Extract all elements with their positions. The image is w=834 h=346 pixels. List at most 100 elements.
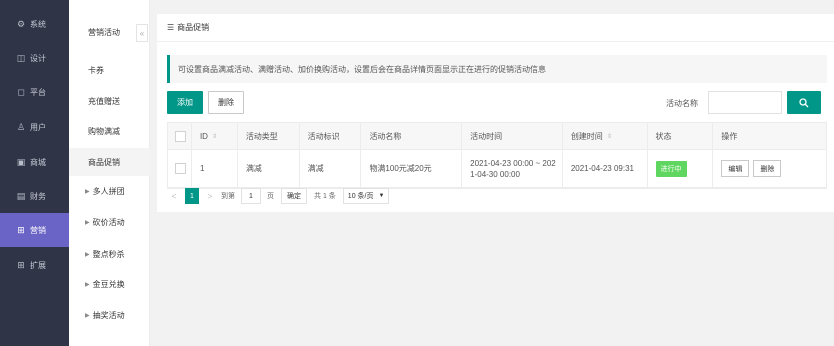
- header-id[interactable]: ID ⇕: [192, 123, 238, 149]
- nav-item-label: 设计: [30, 53, 46, 63]
- subnav-item-label: 购物满减: [88, 126, 120, 136]
- total-count: 共 1 条: [314, 193, 336, 200]
- current-page[interactable]: 1: [185, 188, 199, 204]
- subnav-item-product-promotion[interactable]: 商品促销: [69, 148, 150, 176]
- subnav-item-label: 多人拼团: [92, 186, 125, 196]
- header-label: ID: [199, 131, 208, 141]
- header-label: 活动类型: [245, 131, 278, 141]
- cell-time: 2021-04-23 00:00 ~ 202 1-04-30 00:00: [462, 150, 563, 187]
- nav-item-label: 营销: [30, 225, 46, 235]
- status-badge: 进行中: [655, 160, 687, 177]
- sub-sidebar: 营销活动 卡券 充值赠送 购物满减 商品促销 ▶ 多人拼团 ▶ 砍价活动 ▶ 整…: [69, 0, 150, 346]
- subnav-item-bean-exchange[interactable]: ▶ 金豆兑换: [69, 270, 150, 298]
- nav-item-finance[interactable]: ▤ 财务: [0, 179, 69, 213]
- list-icon: ☰: [167, 23, 175, 32]
- cell-status: 进行中: [648, 150, 714, 187]
- caret-right-icon: ▶: [85, 281, 90, 288]
- subnav-item-label: 金豆兑换: [92, 279, 125, 289]
- nav-item-label: 商城: [30, 157, 46, 167]
- main-card: ☰ 商品促销 可设置商品满减活动、满赠活动、加价换购活动，设置后会在商品详情页面…: [157, 14, 834, 212]
- cell-id: 1: [192, 150, 238, 187]
- notice-text: 可设置商品满减活动、满赠活动、加价换购活动，设置后会在商品详情页面显示正在进行的…: [178, 64, 546, 74]
- header-tag: 活动标识: [300, 123, 362, 149]
- header-name: 活动名称: [361, 123, 463, 149]
- header-label: 操作: [721, 131, 738, 141]
- select-all-checkbox[interactable]: [175, 130, 186, 142]
- double-chevron-left-icon: «: [139, 28, 145, 38]
- main-sidebar: ⚙ 系统 ◫ 设计 ◻ 平台 ♙ 用户 ▣ 商城 ▤ 财务 ⊞ 营销 ⊞ 扩展: [0, 0, 69, 346]
- cell-tag: 满减: [300, 150, 362, 187]
- header-label: 活动标识: [307, 131, 340, 141]
- nav-item-label: 平台: [30, 87, 46, 97]
- header-label: 创建时间: [570, 131, 603, 141]
- subnav-item-label: 砍价活动: [92, 217, 125, 227]
- table-header-row: ID ⇕ 活动类型 活动标识 活动名称 活动时间 创建时间 ⇕ 状态 操作: [168, 123, 826, 150]
- nav-item-mall[interactable]: ▣ 商城: [0, 145, 69, 179]
- header-status: 状态: [648, 123, 714, 149]
- prev-page-button[interactable]: <: [167, 188, 181, 204]
- header-created[interactable]: 创建时间 ⇕: [563, 123, 648, 149]
- batch-delete-button[interactable]: 删除: [208, 91, 244, 114]
- cell-actions: 编辑 删除: [713, 150, 826, 187]
- platform-icon: ◻: [17, 86, 25, 97]
- nav-item-platform[interactable]: ◻ 平台: [0, 75, 69, 109]
- row-select: [168, 150, 192, 187]
- collapse-sidebar-button[interactable]: «: [136, 24, 148, 42]
- sort-icon[interactable]: ⇕: [607, 133, 612, 140]
- subnav-item-full-reduction[interactable]: 购物满减: [69, 117, 150, 145]
- nav-item-user[interactable]: ♙ 用户: [0, 110, 69, 144]
- header-label: 状态: [655, 131, 672, 141]
- next-page-button[interactable]: >: [203, 188, 217, 204]
- add-button[interactable]: 添加: [167, 91, 203, 114]
- delete-button[interactable]: 删除: [753, 160, 782, 177]
- subnav-item-group-buy[interactable]: ▶ 多人拼团: [69, 177, 150, 205]
- table-row: 1 满减 满减 物满100元减20元 2021-04-23 00:00 ~ 20…: [168, 150, 826, 188]
- nav-item-design[interactable]: ◫ 设计: [0, 41, 69, 75]
- goto-confirm-button[interactable]: 确定: [281, 188, 307, 204]
- caret-right-icon: ▶: [85, 312, 90, 319]
- subnav-item-recharge-gift[interactable]: 充值赠送: [69, 87, 150, 115]
- sort-icon[interactable]: ⇕: [212, 133, 217, 140]
- cell-created: 2021-04-23 09:31: [563, 150, 648, 187]
- nav-item-label: 用户: [30, 122, 46, 132]
- mall-icon: ▣: [16, 156, 26, 167]
- goto-page-input[interactable]: 1: [241, 188, 261, 204]
- subnav-item-label: 卡券: [88, 65, 104, 75]
- nav-item-extend[interactable]: ⊞ 扩展: [0, 248, 69, 282]
- edit-button[interactable]: 编辑: [721, 160, 750, 177]
- caret-right-icon: ▶: [85, 219, 90, 226]
- activity-name-search-input[interactable]: [708, 91, 782, 114]
- header-label: 活动时间: [470, 131, 503, 141]
- subnav-item-bargain[interactable]: ▶ 砍价活动: [69, 208, 150, 236]
- nav-item-label: 系统: [30, 19, 46, 29]
- chevron-down-icon: ▼: [378, 193, 385, 199]
- subnav-item-flash-sale[interactable]: ▶ 整点秒杀: [69, 240, 150, 268]
- gear-icon: ⚙: [16, 18, 26, 29]
- row-checkbox[interactable]: [175, 163, 186, 174]
- page-unit-label: 页: [267, 193, 274, 200]
- search-button[interactable]: [787, 91, 821, 114]
- nav-item-label: 扩展: [30, 260, 46, 270]
- pagination: < 1 > 到第 1 页 确定 共 1 条 10 条/页 ▼: [167, 187, 390, 205]
- finance-icon: ▤: [16, 190, 26, 201]
- header-select-all: [168, 123, 192, 149]
- header-label: 活动名称: [369, 131, 402, 141]
- subnav-item-label: 整点秒杀: [92, 249, 125, 259]
- nav-item-label: 财务: [30, 191, 46, 201]
- page-size-select[interactable]: 10 条/页 ▼: [342, 188, 390, 204]
- nav-item-system[interactable]: ⚙ 系统: [0, 7, 69, 41]
- cell-type: 满减: [238, 150, 300, 187]
- caret-right-icon: ▶: [85, 188, 90, 195]
- time-line-1: 2021-04-23 00:00 ~ 202: [470, 158, 556, 168]
- nav-item-marketing[interactable]: ⊞ 营销: [0, 213, 69, 247]
- header-type: 活动类型: [238, 123, 300, 149]
- search-label: 活动名称: [666, 99, 698, 108]
- subnav-item-label: 充值赠送: [88, 96, 120, 106]
- subnav-item-coupon[interactable]: 卡券: [69, 56, 150, 84]
- page-size-value: 10 条/页: [347, 193, 374, 200]
- subnav-item-lottery[interactable]: ▶ 抽奖活动: [69, 301, 150, 329]
- notice-banner: 可设置商品满减活动、满赠活动、加价换购活动，设置后会在商品详情页面显示正在进行的…: [167, 55, 827, 83]
- header-time: 活动时间: [462, 123, 563, 149]
- subnav-item-label: 抽奖活动: [92, 310, 125, 320]
- header-actions: 操作: [713, 123, 826, 149]
